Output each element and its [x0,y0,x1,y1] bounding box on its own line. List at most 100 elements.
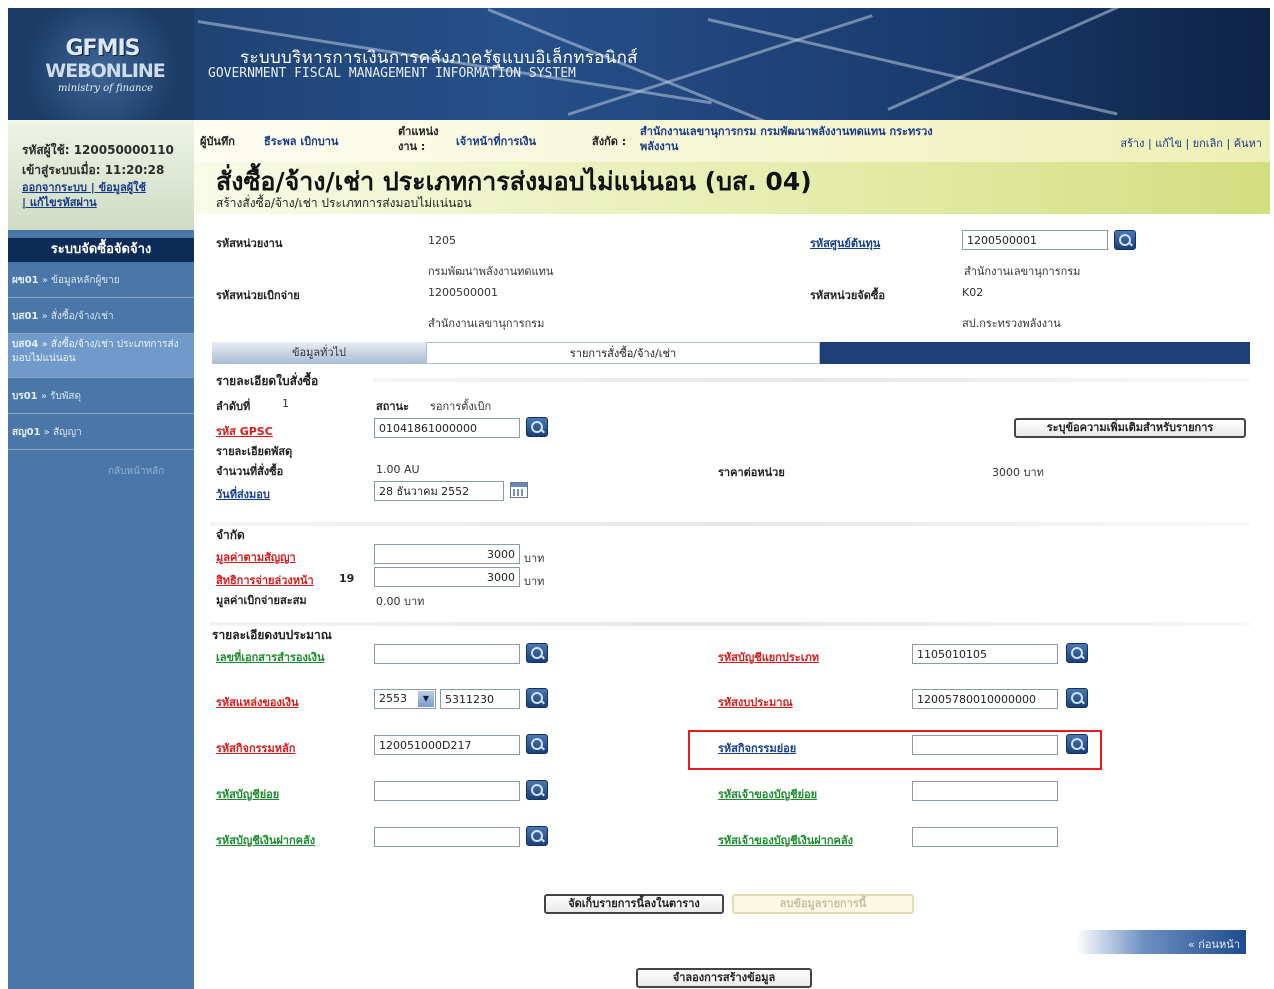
fund-year-select[interactable]: 2553 ▼ [374,689,436,709]
main-form: รหัสหน่วยงาน 1205 กรมพัฒนาพลังงานทดแทน ร… [194,214,1270,989]
position-label: ตำแหน่ง งาน : [398,125,439,153]
main-activity-search-icon[interactable] [526,734,548,754]
reserve-doc-number-input[interactable] [374,644,520,664]
menu-item-label: » สัญญา [43,427,82,438]
budget-code-search-icon[interactable] [1066,688,1088,708]
change-password-link[interactable]: | แก้ไขรหัสผ่าน [22,195,194,210]
cancel-link[interactable]: ยกเลิก [1193,137,1223,150]
fund-source-search-icon[interactable] [526,688,548,708]
advance-payment-link[interactable]: สิทธิการจ่ายล่วงหน้า [216,571,314,589]
advance-payment-input[interactable] [374,567,520,587]
treasury-deposit-account-link[interactable]: รหัสบัญชีเงินฝากคลัง [216,831,315,849]
recorder-value: ธีระพล เบิกบาน [264,135,339,148]
logo-main-text: GFMIS [65,36,140,61]
delivery-date-input[interactable] [374,481,504,501]
user-panel: รหัสผู้ใช้: 120050000110 เข้าสู่ระบบเมื่… [8,120,194,230]
gpsc-code-input[interactable] [374,418,520,438]
contract-value-link[interactable]: มูลค่าตามสัญญา [216,548,296,566]
banner-stripe [887,8,1145,111]
disbursement-unit-name: สำนักงานเลขานุการกรม [428,317,545,330]
gl-account-input[interactable] [912,644,1058,664]
fund-source-link[interactable]: รหัสแหล่งของเงิน [216,693,298,711]
tab-order-items[interactable]: รายการสั่งซื้อ/จ้าง/เช่า [426,342,820,364]
menu-item-code: บร01 [12,391,38,402]
menu-title: ระบบจัดซื้อจัดจ้าง [8,238,194,262]
gpsc-code-link[interactable]: รหัส GPSC [216,422,273,440]
fund-source-input[interactable] [440,689,520,709]
advance-payment-suffix: 19 [339,572,355,585]
budget-heading: รายละเอียดงบประมาณ [212,628,332,642]
main-activity-input[interactable] [374,735,520,755]
treasury-deposit-owner-input[interactable] [912,827,1058,847]
order-quantity-value: 1.00 AU [376,463,420,476]
user-id: รหัสผู้ใช้: 120050000110 [22,143,174,157]
previous-button[interactable]: « ก่อนหน้า [1076,930,1246,954]
menu-item-goods-receipt[interactable]: บร01 » รับพัสดุ [8,378,194,414]
gpsc-search-icon[interactable] [526,417,548,437]
side-menu: ผข01 » ข้อมูลหลักผู้ขาย บส01 » สั่งซื้อ/… [8,262,194,450]
login-time: เข้าสู่ระบบเมื่อ: 11:20:28 [22,163,165,177]
limit-heading: จำกัด [216,528,245,542]
sub-account-link[interactable]: รหัสบัญชีย่อย [216,785,279,803]
unit-price-label: ราคาต่อหน่วย [718,466,785,479]
additional-text-button[interactable]: ระบุข้อความเพิ่มเติมสำหรับรายการ [1014,418,1246,438]
fund-year-value: 2553 [379,692,407,705]
sequence-label: ลำดับที่ [216,400,251,413]
tab-general-info[interactable]: ข้อมูลทั่วไป [212,342,426,364]
create-link[interactable]: สร้าง [1120,137,1144,150]
cost-center-input[interactable] [962,230,1108,250]
menu-item-label: » รับพัสดุ [40,391,82,402]
affiliation-label: สังกัด : [592,135,627,148]
menu-item-code: บส04 [12,339,39,350]
logo-tagline: ministry of finance [57,83,153,94]
contract-value-unit: บาท [524,552,545,565]
contract-value-input[interactable] [374,544,520,564]
page-subtitle: สร้างสั่งซื้อ/จ้าง/เช่า ประเภทการส่งมอบไ… [216,196,472,210]
menu-item-vendor-master[interactable]: ผข01 » ข้อมูลหลักผู้ขาย [8,262,194,298]
banner-title-english: GOVERNMENT FISCAL MANAGEMENT INFORMATION… [208,66,576,81]
sub-account-search-icon[interactable] [526,780,548,800]
sub-account-owner-input[interactable] [912,781,1058,801]
menu-item-code: บส01 [12,311,39,322]
section-divider [210,622,1250,626]
gl-account-link[interactable]: รหัสบัญชีแยกประเภท [718,648,819,666]
cost-center-search-icon[interactable] [1114,230,1136,250]
logout-profile-links[interactable]: ออกจากระบบ | ข้อมูลผู้ใช้ [22,180,194,195]
sub-account-owner-link[interactable]: รหัสเจ้าของบัญชีย่อย [718,785,817,803]
delivery-date-link[interactable]: วันที่ส่งมอบ [216,485,270,503]
advance-payment-unit: บาท [524,575,545,588]
calendar-icon[interactable] [510,482,528,498]
procurement-unit-name: สป.กระทรวงพลังงาน [962,317,1061,330]
disbursement-unit-label: รหัสหน่วยเบิกจ่าย [216,289,300,302]
po-detail-heading: รายละเอียดใบสั่งซื้อ [216,374,319,388]
save-row-button[interactable]: จัดเก็บรายการนี้ลงในตาราง [544,894,724,914]
agency-code: 1205 [428,234,456,247]
treasury-deposit-search-icon[interactable] [526,826,548,846]
menu-item-contract[interactable]: สญ01 » สัญญา [8,414,194,450]
search-link[interactable]: ค้นหา [1234,137,1262,150]
user-info-bar: ผู้บันทึก ธีระพล เบิกบาน ตำแหน่ง งาน : เ… [194,120,1270,162]
left-sidebar: รหัสผู้ใช้: 120050000110 เข้าสู่ระบบเมื่… [8,120,194,989]
logo-sub-text: WEBONLINE [45,60,166,82]
gl-account-search-icon[interactable] [1066,643,1088,663]
disbursement-unit-code: 1200500001 [428,286,498,299]
treasury-deposit-owner-link[interactable]: รหัสเจ้าของบัญชีเงินฝากคลัง [718,831,853,849]
treasury-deposit-account-input[interactable] [374,827,520,847]
unit-price-value: 3000 บาท [992,466,1044,479]
menu-item-purchase-order[interactable]: บส01 » สั่งซื้อ/จ้าง/เช่า [8,298,194,334]
budget-code-input[interactable] [912,689,1058,709]
edit-link[interactable]: แก้ไข [1155,137,1182,150]
budget-code-link[interactable]: รหัสงบประมาณ [718,693,793,711]
main-activity-link[interactable]: รหัสกิจกรรมหลัก [216,739,295,757]
back-to-home-link[interactable]: กลับหน้าหลัก [108,464,164,479]
section-divider [374,378,1250,382]
delete-row-button: ลบข้อมูลรายการนี้ [732,894,914,914]
sub-account-input[interactable] [374,781,520,801]
reserve-doc-search-icon[interactable] [526,643,548,663]
cost-center-link[interactable]: รหัสศูนย์ต้นทุน [810,234,880,252]
simulate-button[interactable]: จำลองการสร้างข้อมูล [636,968,812,988]
menu-item-uncertain-delivery-po[interactable]: บส04 » สั่งซื้อ/จ้าง/เช่า ประเภทการส่งมอ… [8,334,194,378]
action-links: สร้าง | แก้ไข | ยกเลิก | ค้นหา [1120,137,1262,150]
reserve-doc-number-link[interactable]: เลขที่เอกสารสำรองเงิน [216,648,325,666]
agency-name: กรมพัฒนาพลังงานทดแทน [428,265,554,278]
